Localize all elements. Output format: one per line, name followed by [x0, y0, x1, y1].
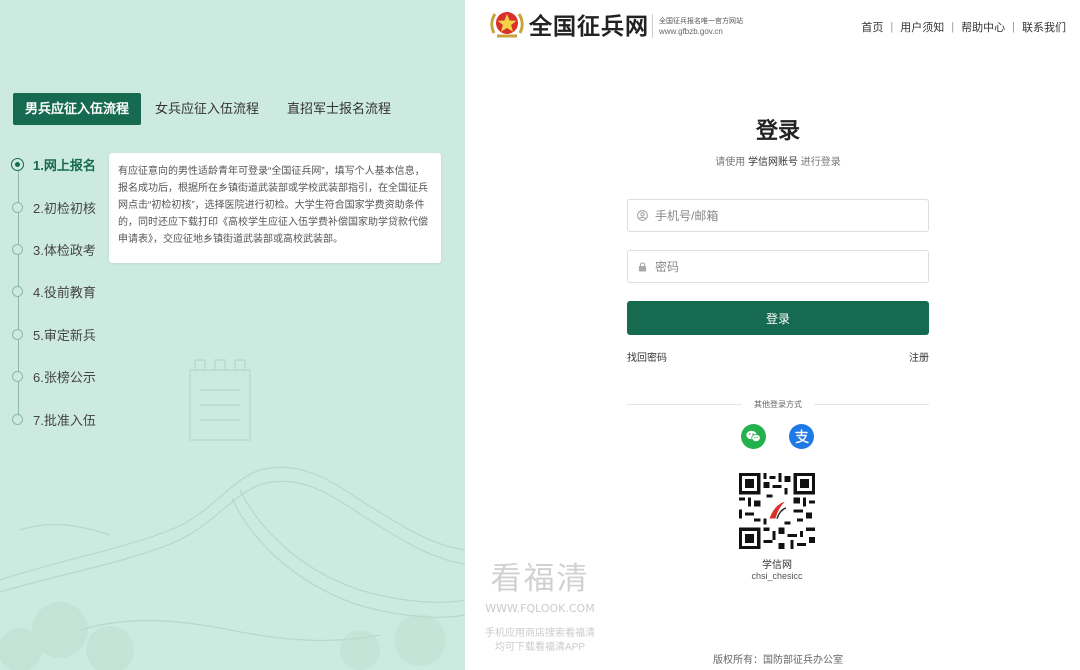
nav-user-notice[interactable]: 用户须知	[900, 19, 944, 35]
step-online-registration[interactable]: 1.网上报名	[11, 155, 96, 174]
step-public-notice[interactable]: 6.张榜公示	[12, 367, 96, 386]
qr-account-id: chsi_chesicc	[751, 571, 803, 581]
copyright-text: 版权所有：国防部征兵办公室	[713, 655, 843, 666]
step-dot-icon	[12, 414, 23, 425]
step-label: 3.体检政考	[33, 243, 96, 258]
login-subtitle: 请使用 学信网账号 进行登录	[627, 153, 929, 168]
alipay-login-button[interactable]	[789, 424, 814, 449]
step-label: 1.网上报名	[33, 158, 96, 173]
watermark-line2: 均可下载看福清APP	[494, 642, 585, 653]
site-tagline: 全国征兵报名唯一官方网站	[659, 18, 743, 25]
login-subtitle-account: 学信网账号	[748, 157, 798, 168]
step-physical-exam[interactable]: 3.体检政考	[12, 240, 96, 259]
process-tabs: 男兵应征入伍流程 女兵应征入伍流程 直招军士报名流程	[13, 93, 419, 125]
wechat-icon	[746, 430, 761, 442]
login-button[interactable]: 登录	[627, 301, 929, 335]
tab-male-process[interactable]: 男兵应征入伍流程	[13, 93, 142, 125]
step-label: 2.初检初核	[33, 201, 96, 216]
watermark-line1: 手机应用商店搜索看福清	[485, 628, 595, 639]
nav-home[interactable]: 首页	[861, 19, 883, 35]
qr-account-name: 学信网	[762, 560, 792, 571]
username-field[interactable]	[627, 199, 929, 232]
watermark-brand: 看福清	[490, 561, 590, 597]
nav-separator: |	[890, 21, 894, 33]
step-active-dot-icon	[11, 158, 24, 171]
alipay-icon	[795, 429, 809, 444]
lock-icon	[638, 262, 647, 272]
nav-separator: |	[951, 21, 955, 33]
wechat-login-button[interactable]	[741, 424, 766, 449]
top-nav: 首页 | 用户须知 | 帮助中心 | 联系我们	[861, 19, 1066, 35]
other-login-label: 其他登录方式	[742, 399, 814, 410]
login-subtitle-prefix: 请使用	[715, 157, 746, 168]
step-dot-icon	[12, 329, 23, 340]
nav-contact-us[interactable]: 联系我们	[1022, 19, 1066, 35]
step-dot-icon	[12, 244, 23, 255]
army-emblem-icon	[490, 12, 524, 38]
step-pre-service-education[interactable]: 4.役前教育	[12, 282, 96, 301]
step-label: 6.张榜公示	[33, 370, 96, 385]
step-label: 5.审定新兵	[33, 328, 96, 343]
tab-female-process[interactable]: 女兵应征入伍流程	[155, 93, 259, 125]
logo-divider	[652, 14, 653, 38]
step-recruit-approval[interactable]: 5.审定新兵	[12, 325, 96, 344]
login-title: 登录	[755, 118, 800, 143]
step-enlistment-approval[interactable]: 7.批准入伍	[12, 410, 96, 429]
forgot-password-link[interactable]: 找回密码	[627, 349, 667, 364]
password-input[interactable]	[655, 259, 915, 274]
site-header: 全国征兵网 全国征兵报名唯一官方网站 www.gfbzb.gov.cn 首页 |…	[465, 0, 1080, 55]
tab-direct-sergeant-process[interactable]: 直招军士报名流程	[287, 93, 391, 125]
step-label: 4.役前教育	[33, 285, 96, 300]
nav-help-center[interactable]: 帮助中心	[961, 19, 1005, 35]
step-description-tooltip: 有应征意向的男性适龄青年可登录“全国征兵网”，填写个人基本信息，报名成功后，根据…	[109, 153, 441, 263]
step-dot-icon	[12, 371, 23, 382]
step-dot-icon	[12, 202, 23, 213]
user-icon	[637, 210, 648, 221]
site-logo-title[interactable]: 全国征兵网	[529, 7, 649, 41]
username-input[interactable]	[655, 208, 915, 223]
process-panel: 男兵应征入伍流程 女兵应征入伍流程 直招军士报名流程 1.网上报名 2.初检初核…	[0, 0, 465, 670]
register-link[interactable]: 注册	[909, 349, 929, 364]
step-label: 7.批准入伍	[33, 413, 96, 428]
step-initial-check[interactable]: 2.初检初核	[12, 198, 96, 217]
login-subtitle-suffix: 进行登录	[800, 157, 841, 168]
nav-separator: |	[1012, 21, 1015, 33]
watermark-site: WWW.FQLOOK.COM	[485, 602, 595, 615]
chsi-qr-code-image	[739, 473, 815, 549]
site-url: www.gfbzb.gov.cn	[659, 27, 723, 36]
password-field[interactable]	[627, 250, 929, 283]
step-dot-icon	[12, 286, 23, 297]
